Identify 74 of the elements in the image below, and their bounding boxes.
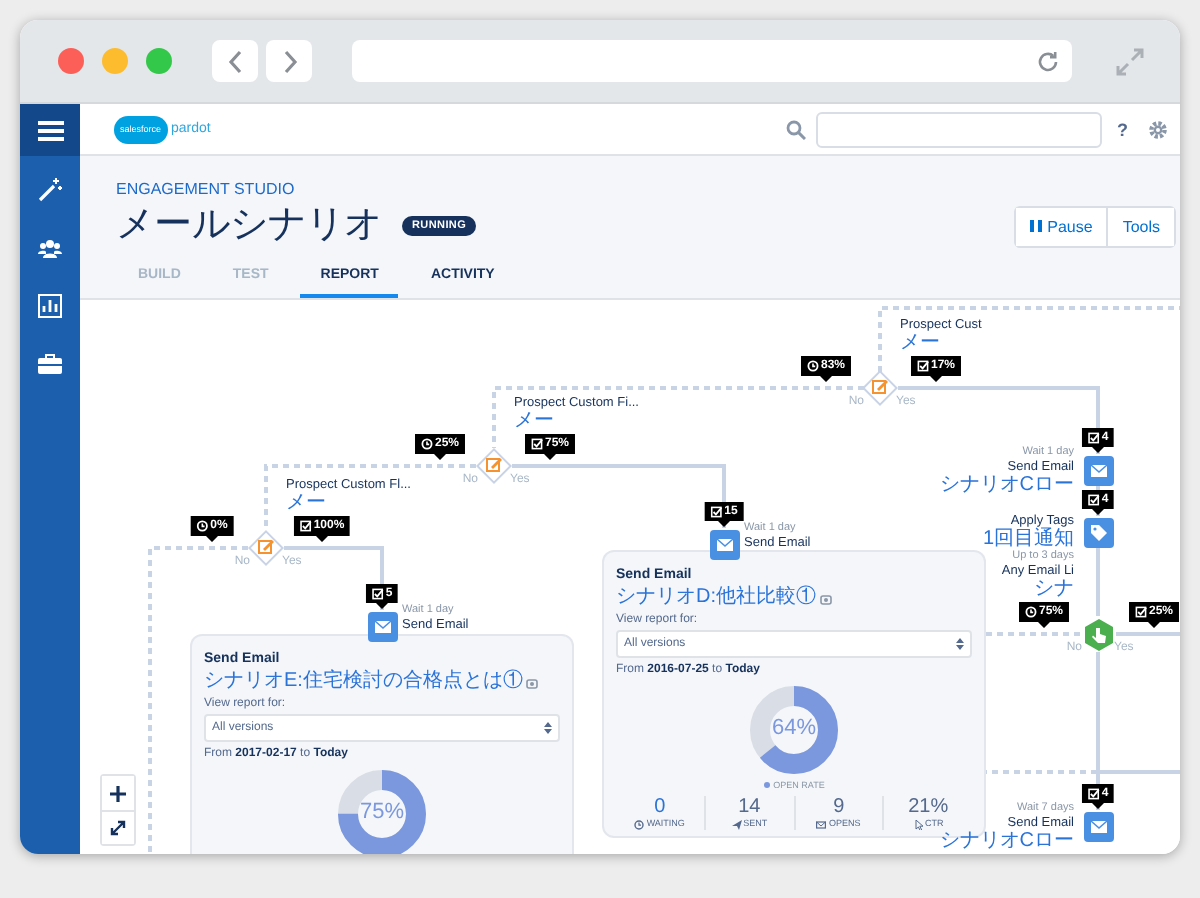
hexagon-icon[interactable] [1081,617,1115,651]
help-button[interactable]: ? [1117,119,1128,139]
clock-icon [634,819,645,829]
tools-button[interactable]: Tools [1106,207,1174,245]
close-window-button[interactable] [58,48,84,74]
connector-line [1096,548,1100,616]
chevron-left-icon [227,49,243,73]
node-subtitle[interactable]: シナリオCロー [939,829,1074,851]
node-subtitle[interactable]: シナ [1034,578,1074,600]
back-button[interactable] [212,40,258,82]
cursor-icon [913,819,923,829]
checkbox-icon [1087,493,1100,505]
menu-icon[interactable] [37,119,63,141]
checkbox-icon [1087,787,1100,799]
envelope-icon[interactable] [709,529,739,559]
search-field[interactable] [815,111,1101,147]
reload-icon[interactable] [1036,49,1060,73]
maximize-window-button[interactable] [146,48,172,74]
node-subtitle[interactable]: メー [900,332,982,354]
donut-percent: 75% [357,800,407,826]
settings-icon[interactable] [1148,119,1168,139]
checkbox-icon [371,587,384,599]
bar-chart-icon[interactable] [38,293,62,317]
checkbox-icon [1087,431,1100,443]
people-icon[interactable] [38,235,62,259]
updown-caret-icon [544,722,552,734]
checkbox-icon [1135,606,1147,618]
checkbox-icon [917,360,929,372]
stat-value: 0 [654,796,666,818]
envelope-icon[interactable] [1083,811,1113,841]
clock-icon [421,438,433,450]
pause-icon [1029,220,1042,232]
envelope-icon[interactable] [367,611,397,641]
preview-icon[interactable] [820,594,832,606]
search-icon[interactable] [785,119,805,139]
donut-percent: 64% [769,716,819,742]
email-link[interactable]: シナリオD:他社比較① [616,586,816,610]
clock-icon [1025,606,1037,618]
legend-dot-icon [763,782,770,788]
diamond-edit-icon[interactable] [476,448,512,484]
forward-button[interactable] [266,40,312,82]
node-subtitle[interactable]: メー [514,410,639,432]
plus-icon [110,785,126,801]
preview-icon[interactable] [526,678,539,690]
diamond-edit-icon[interactable] [862,370,898,406]
stat-value: 14 [738,796,761,818]
updown-caret-icon [956,638,964,650]
chevron-right-icon [281,49,297,73]
node-subtitle[interactable]: 1回目通知 [982,528,1074,550]
breadcrumb[interactable]: ENGAGEMENT STUDIO [116,180,295,198]
send-icon [731,819,742,829]
magic-wand-icon[interactable] [38,177,62,201]
briefcase-icon[interactable] [38,351,62,375]
email-link[interactable]: シナリオE:住宅検討の合格点とは① [204,670,523,694]
diagonal-arrows-icon [110,820,126,836]
checkbox-icon [531,438,543,450]
stat-value: 21% [908,796,949,818]
clock-icon [807,360,819,372]
page-title: メールシナリオ [116,202,382,250]
connector-line [1116,632,1180,636]
address-field[interactable] [352,40,1072,82]
fit-view-button[interactable] [102,810,134,844]
envelope-icon [816,819,827,829]
checkbox-icon [299,520,312,532]
tag-icon[interactable] [1083,517,1113,547]
expand-icon[interactable] [1114,45,1146,77]
diamond-edit-icon[interactable] [248,530,284,566]
stat-value: 9 [833,796,845,818]
clock-icon [196,520,209,532]
node-subtitle[interactable]: シナリオCロー [939,473,1074,495]
connector-line [284,546,384,610]
envelope-icon[interactable] [1083,455,1113,485]
checkbox-icon [710,505,723,517]
node-subtitle[interactable]: メー [286,492,411,514]
